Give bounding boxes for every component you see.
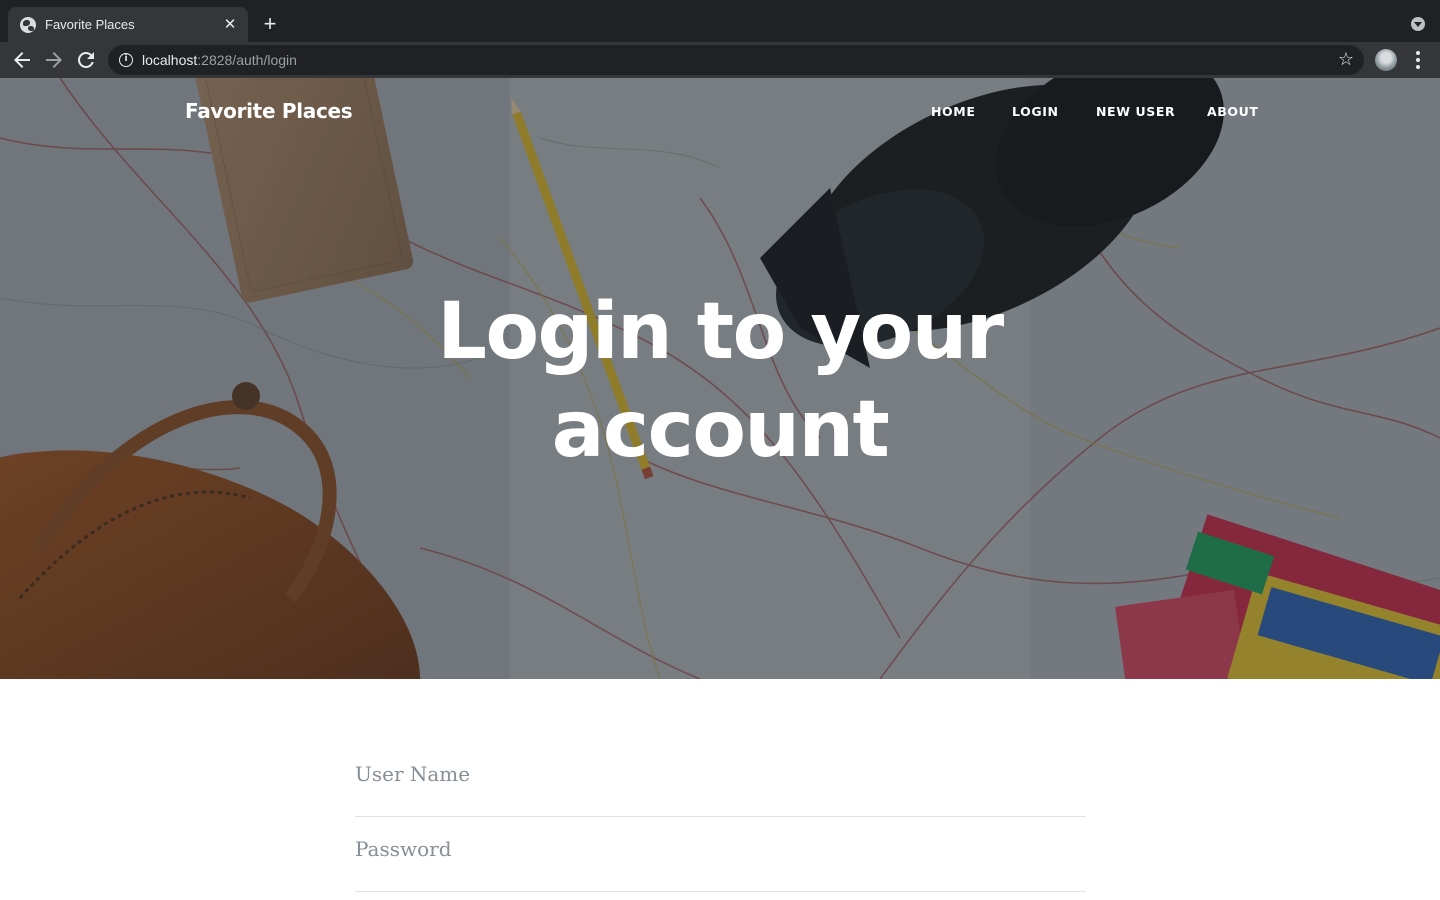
info-icon[interactable]: i: [119, 53, 133, 67]
password-field-group: [355, 817, 1086, 892]
profile-avatar[interactable]: [1375, 49, 1397, 71]
page-title-line-2: account: [551, 385, 890, 475]
nav-link-about[interactable]: ABOUT: [1207, 104, 1259, 119]
star-icon[interactable]: ☆: [1338, 49, 1354, 71]
tab-search-icon[interactable]: [1411, 17, 1425, 31]
address-bar[interactable]: i localhost:2828/auth/login ☆: [108, 45, 1364, 75]
url-text[interactable]: localhost:2828/auth/login: [142, 52, 297, 68]
page-title-line-1: Login to your: [437, 287, 1004, 377]
more-vert-icon[interactable]: [1408, 48, 1428, 72]
hero-header: Favorite Places HOME LOGIN NEW USER ABOU…: [0, 78, 1440, 679]
nav-link-home[interactable]: HOME: [931, 104, 975, 119]
reload-icon[interactable]: [74, 48, 98, 72]
forward-arrow-icon[interactable]: [42, 48, 66, 72]
navbar-links: HOME LOGIN NEW USER ABOUT: [0, 104, 1440, 124]
login-form: [355, 742, 1086, 892]
username-input[interactable]: [355, 758, 1086, 790]
globe-icon: [20, 16, 36, 33]
plus-icon[interactable]: +: [258, 13, 282, 37]
browser-toolbar: i localhost:2828/auth/login ☆: [0, 42, 1440, 78]
password-input[interactable]: [355, 833, 1086, 865]
nav-link-new-user[interactable]: NEW USER: [1096, 104, 1175, 119]
browser-tab[interactable]: Favorite Places ✕: [8, 7, 248, 42]
tab-title: Favorite Places: [45, 17, 135, 32]
nav-link-login[interactable]: LOGIN: [1012, 104, 1059, 119]
url-path: :2828/auth/login: [197, 52, 297, 68]
close-icon[interactable]: ✕: [222, 16, 238, 33]
page-title: Login to your account: [0, 283, 1440, 479]
browser-tabstrip: Favorite Places ✕ +: [0, 0, 1440, 42]
url-host: localhost: [142, 52, 198, 68]
back-arrow-icon[interactable]: [10, 48, 34, 72]
username-field-group: [355, 742, 1086, 817]
